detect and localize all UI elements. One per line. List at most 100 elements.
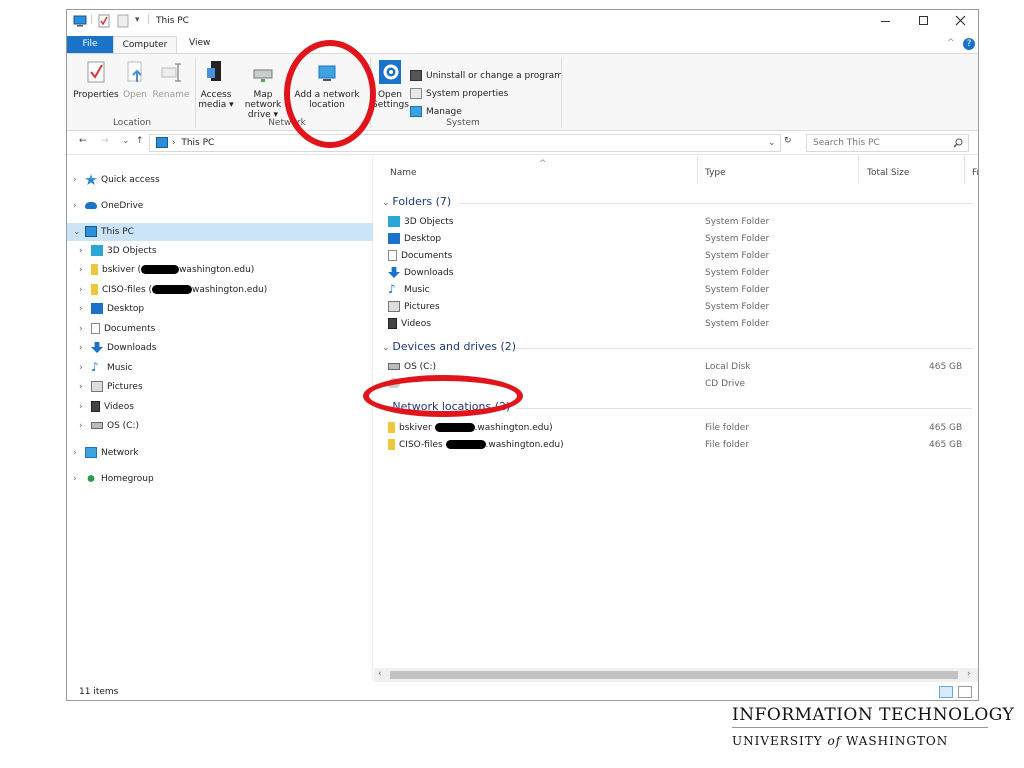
- nav-item-ciso-files[interactable]: › CISO-files (washington.edu): [79, 281, 267, 299]
- ribbon: Properties Open Rename Location Access m…: [67, 53, 978, 131]
- column-header-total-size[interactable]: Total Size: [867, 168, 909, 178]
- list-item[interactable]: OS (C:) Local Disk 465 GB: [388, 359, 978, 376]
- music-note-icon: ♪: [388, 282, 396, 296]
- download-arrow-icon: [91, 342, 103, 353]
- horizontal-scrollbar[interactable]: ‹ ›: [374, 668, 978, 682]
- list-item[interactable]: Videos System Folder: [388, 316, 978, 333]
- nav-item-pictures[interactable]: › Pictures: [79, 378, 143, 396]
- network-icon: [85, 447, 97, 458]
- tab-computer[interactable]: Computer: [113, 36, 177, 54]
- navigation-pane: › Quick access › OneDrive ⌄ This PC › 3D Obj…: [67, 156, 373, 678]
- tab-view[interactable]: View: [189, 38, 210, 48]
- group-header-devices[interactable]: ⌄ Devices and drives (2): [382, 340, 516, 353]
- nav-item-bskiver[interactable]: › bskiver (washington.edu): [79, 261, 254, 279]
- help-icon[interactable]: ?: [963, 38, 975, 50]
- cube-icon: [388, 216, 400, 227]
- address-dropdown-icon[interactable]: ⌄: [768, 135, 776, 151]
- item-count: 11 items: [79, 687, 119, 697]
- brand-divider: [732, 727, 988, 728]
- column-header-name[interactable]: Name: [390, 168, 417, 178]
- file-explorer-window: | ▾ | This PC File Computer View ^ ? Pro…: [66, 9, 979, 701]
- refresh-icon[interactable]: ↻: [784, 136, 792, 146]
- nav-item-onedrive[interactable]: › OneDrive: [73, 197, 143, 215]
- network-drive-icon: [388, 439, 395, 450]
- expand-chevron-icon[interactable]: ›: [73, 197, 85, 215]
- map-network-drive-button[interactable]: Map network drive ▾: [235, 60, 291, 120]
- redacted-text: [152, 285, 193, 294]
- nav-item-this-pc[interactable]: ⌄ This PC: [67, 223, 373, 241]
- location-group-label: Location: [112, 118, 152, 128]
- forward-button[interactable]: →: [101, 136, 109, 146]
- star-icon: [85, 174, 97, 185]
- group-header-folders[interactable]: ⌄ Folders (7): [382, 195, 451, 208]
- details-view-icon[interactable]: [939, 686, 953, 698]
- video-icon: [388, 318, 397, 329]
- search-icon: [953, 138, 963, 148]
- nav-item-videos[interactable]: › Videos: [79, 398, 134, 416]
- window-title: This PC: [156, 16, 189, 26]
- column-header-free-space[interactable]: Fr: [972, 168, 978, 178]
- address-field[interactable]: › This PC ⌄: [149, 134, 781, 152]
- this-pc-icon: [73, 15, 87, 27]
- properties-quick-icon[interactable]: [98, 14, 110, 28]
- access-media-button[interactable]: Access media ▾: [198, 60, 234, 110]
- open-settings-button[interactable]: Open Settings: [372, 60, 409, 110]
- list-item[interactable]: Pictures System Folder: [388, 299, 978, 316]
- map-network-drive-icon: [253, 69, 273, 82]
- list-item[interactable]: CISO-files .washington.edu) File folder 46…: [388, 437, 978, 454]
- nav-item-quick-access[interactable]: › Quick access: [73, 171, 160, 189]
- cloud-icon: [85, 202, 97, 209]
- document-icon: [91, 323, 100, 334]
- nav-item-desktop[interactable]: › Desktop: [79, 300, 144, 318]
- nav-item-music[interactable]: › ♪ Music: [79, 359, 133, 377]
- list-item[interactable]: Desktop System Folder: [388, 231, 978, 248]
- large-icons-view-icon[interactable]: [958, 686, 972, 698]
- nav-item-homegroup[interactable]: › Homegroup: [73, 470, 154, 488]
- rename-icon: [161, 63, 181, 82]
- list-item[interactable]: bskiver .washington.edu) File folder 465 G…: [388, 420, 978, 437]
- brand-information-technology: INFORMATION TECHNOLOGY: [732, 705, 1015, 725]
- nav-item-documents[interactable]: › Documents: [79, 320, 155, 338]
- nav-item-downloads[interactable]: › Downloads: [79, 339, 156, 357]
- minimize-button[interactable]: [881, 21, 890, 22]
- up-button[interactable]: ↑: [136, 136, 144, 146]
- uninstall-program-button[interactable]: Uninstall or change a program: [410, 70, 563, 81]
- document-icon: [388, 250, 397, 261]
- video-icon: [91, 401, 100, 412]
- list-item[interactable]: Documents System Folder: [388, 248, 978, 265]
- network-drive-icon: [91, 264, 98, 275]
- customize-toolbar-icon[interactable]: ▾: [135, 15, 140, 25]
- rename-button[interactable]: Rename: [152, 60, 190, 100]
- nav-item-os-c[interactable]: › OS (C:): [79, 417, 139, 435]
- list-item[interactable]: Downloads System Folder: [388, 265, 978, 282]
- scroll-right-icon[interactable]: ›: [967, 669, 971, 679]
- uninstall-icon: [410, 70, 422, 81]
- scroll-left-icon[interactable]: ‹: [378, 669, 382, 679]
- column-header-type[interactable]: Type: [705, 168, 726, 178]
- properties-button[interactable]: Properties: [73, 60, 119, 100]
- desktop-icon: [388, 233, 400, 244]
- nav-item-3d-objects[interactable]: › 3D Objects: [79, 242, 157, 260]
- scroll-thumb[interactable]: [390, 671, 958, 679]
- status-bar: 11 items: [67, 682, 978, 700]
- back-button[interactable]: ←: [79, 136, 87, 146]
- recent-locations-button[interactable]: ⌄: [122, 136, 130, 146]
- expand-chevron-icon[interactable]: ›: [73, 171, 85, 189]
- manage-button[interactable]: Manage: [410, 106, 462, 117]
- close-button[interactable]: [955, 15, 966, 26]
- new-folder-quick-icon[interactable]: [117, 14, 129, 28]
- system-properties-icon: [410, 88, 422, 99]
- network-drive-icon: [91, 284, 98, 295]
- maximize-button[interactable]: [919, 16, 928, 25]
- list-item[interactable]: ♪ Music System Folder: [388, 282, 978, 299]
- collapse-ribbon-icon[interactable]: ^: [947, 38, 955, 48]
- system-properties-button[interactable]: System properties: [410, 88, 508, 99]
- picture-icon: [388, 301, 400, 312]
- list-item[interactable]: 3D Objects System Folder: [388, 214, 978, 231]
- collapse-chevron-icon[interactable]: ⌄: [73, 223, 85, 241]
- access-media-icon: [207, 61, 221, 81]
- open-button[interactable]: Open: [121, 60, 149, 100]
- nav-item-network[interactable]: › Network: [73, 444, 139, 462]
- search-input[interactable]: Search This PC: [806, 134, 969, 152]
- tab-file[interactable]: File: [67, 36, 113, 53]
